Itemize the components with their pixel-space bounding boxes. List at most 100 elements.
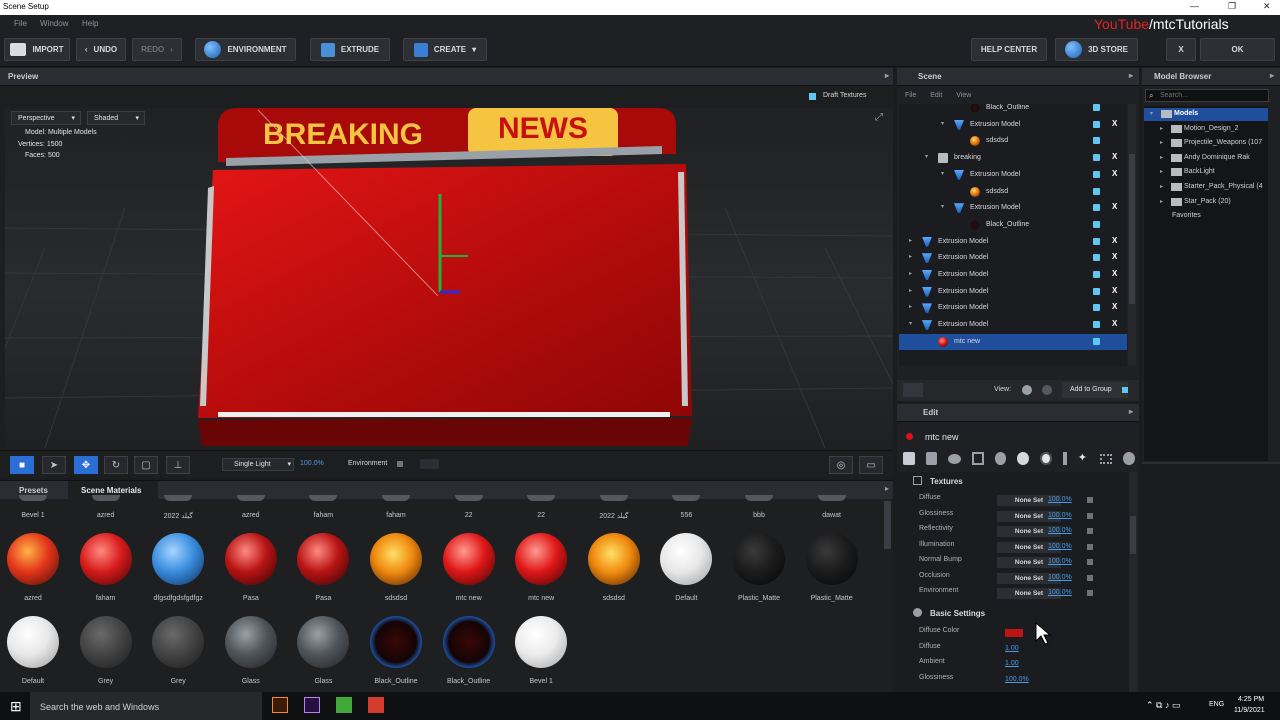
gear-sphere-icon[interactable] <box>1040 452 1053 465</box>
select-arrow-icon[interactable]: ➤ <box>42 456 66 474</box>
sphere-icon[interactable] <box>994 452 1007 465</box>
expand-icon[interactable]: ▸ <box>1129 407 1133 416</box>
material-sphere[interactable] <box>745 495 773 501</box>
texture-strength[interactable]: 100.0% <box>1048 512 1072 519</box>
diffuse-color-swatch[interactable] <box>1005 629 1023 637</box>
delete-icon[interactable]: X <box>1112 169 1117 178</box>
add-to-group-checkbox[interactable] <box>1122 387 1128 393</box>
expand-arrow-icon[interactable]: ▸ <box>1160 154 1163 161</box>
delete-icon[interactable]: X <box>1112 236 1117 245</box>
toggle-icon[interactable] <box>948 454 961 464</box>
expand-arrow-icon[interactable]: ▸ <box>909 287 912 294</box>
material-sphere[interactable] <box>454 495 483 501</box>
expand-arrow-icon[interactable]: ▾ <box>909 320 912 327</box>
light-stand-icon[interactable] <box>1063 452 1067 465</box>
ok-button[interactable]: OK <box>1200 38 1275 61</box>
layers-icon[interactable] <box>903 452 915 465</box>
delete-icon[interactable]: X <box>1112 286 1117 295</box>
material-sphere[interactable] <box>79 616 132 668</box>
material-sphere[interactable] <box>382 495 410 501</box>
delete-icon[interactable]: X <box>1112 119 1117 128</box>
scene-tree-row[interactable]: ▸ Extrusion Model X <box>899 234 1127 250</box>
expand-arrow-icon[interactable]: ▾ <box>1150 110 1153 117</box>
menu-help[interactable]: Help <box>82 19 98 28</box>
delete-icon[interactable]: X <box>1112 202 1117 211</box>
expand-arrow-icon[interactable]: ▾ <box>941 170 944 177</box>
redo-button[interactable]: REDO › <box>132 38 182 61</box>
visibility-toggle[interactable] <box>1093 187 1100 195</box>
minimize-icon[interactable]: — <box>1190 1 1199 11</box>
expand-arrow-icon[interactable]: ▸ <box>909 253 912 260</box>
scene-tree-row[interactable]: ▸ Extrusion Model X <box>899 250 1127 266</box>
environment-checkbox[interactable] <box>397 461 403 467</box>
texture-strength[interactable]: 100.0% <box>1048 496 1072 503</box>
scene-menu-edit[interactable]: Edit <box>930 92 942 99</box>
target-icon[interactable]: ◎ <box>829 456 853 474</box>
scene-tree-row[interactable]: ▸ Extrusion Model X <box>899 284 1127 300</box>
model-tree-item[interactable]: ▸ Starter_Pack_Physical (4 <box>1144 181 1268 194</box>
texture-strength[interactable]: 100.0% <box>1048 527 1072 534</box>
move-icon[interactable]: ✥ <box>74 456 98 474</box>
expand-icon[interactable]: ▸ <box>885 484 889 493</box>
material-sphere[interactable] <box>297 533 350 585</box>
material-sphere[interactable] <box>309 495 338 501</box>
sphere-view-icon[interactable] <box>1022 385 1032 395</box>
scene-tree-row[interactable]: Black_Outline <box>899 217 1127 233</box>
camera-icon[interactable]: ■ <box>10 456 34 474</box>
delete-icon[interactable]: X <box>1112 319 1117 328</box>
material-sphere[interactable] <box>527 495 556 501</box>
material-sphere[interactable] <box>297 616 350 668</box>
material-sphere[interactable] <box>817 495 846 501</box>
edit-scrollbar[interactable] <box>1129 472 1137 692</box>
expand-arrow-icon[interactable]: ▸ <box>909 303 912 310</box>
material-sphere[interactable] <box>91 495 120 501</box>
texture-strength[interactable]: 100.0% <box>1048 574 1072 581</box>
pattern-icon[interactable] <box>1100 454 1113 464</box>
language-indicator[interactable]: ENG <box>1209 701 1224 708</box>
material-sphere[interactable] <box>370 533 422 585</box>
model-tree-item[interactable]: Favorites <box>1144 210 1268 223</box>
cancel-button[interactable]: X <box>1166 38 1196 61</box>
visibility-toggle[interactable] <box>1093 120 1100 128</box>
material-sphere[interactable] <box>660 533 713 585</box>
camtasia-icon[interactable] <box>336 697 352 713</box>
expand-arrow-icon[interactable]: ▾ <box>941 203 944 210</box>
model-tree-item[interactable]: ▸ Star_Pack (20) <box>1144 196 1268 209</box>
scene-tree-row[interactable]: ▾ Extrusion Model X <box>899 117 1127 133</box>
undo-button[interactable]: ‹ UNDO <box>76 38 126 61</box>
delete-icon[interactable]: X <box>1112 302 1117 311</box>
material-sphere[interactable] <box>7 533 59 585</box>
projection-dropdown[interactable]: Perspective ▾ <box>11 111 81 125</box>
shading-dropdown[interactable]: Shaded ▾ <box>87 111 145 125</box>
bulb-icon[interactable]: ✦ <box>1078 452 1090 465</box>
draft-textures-checkbox[interactable] <box>809 93 816 100</box>
material-sphere[interactable] <box>733 533 785 585</box>
material-sphere[interactable] <box>599 495 628 501</box>
material-sphere[interactable] <box>442 533 495 585</box>
add-folder-icon[interactable] <box>903 383 923 397</box>
3d-store-button[interactable]: 3D STORE <box>1055 38 1138 61</box>
visibility-toggle[interactable] <box>1093 304 1100 312</box>
visibility-toggle[interactable] <box>1093 321 1100 329</box>
scene-menu-view[interactable]: View <box>956 92 971 99</box>
screen-icon[interactable]: ▭ <box>859 456 883 474</box>
light-view-icon[interactable] <box>1042 385 1052 395</box>
material-sphere[interactable] <box>672 495 701 501</box>
close-window-icon[interactable]: ✕ <box>1263 1 1271 12</box>
model-tree-item[interactable]: ▸ Motion_Design_2 <box>1144 123 1268 136</box>
delete-icon[interactable]: X <box>1112 252 1117 261</box>
expand-arrow-icon[interactable]: ▸ <box>1160 168 1163 175</box>
import-button[interactable]: IMPORT <box>4 38 70 61</box>
expand-arrow-icon[interactable]: ▸ <box>1160 198 1163 205</box>
texture-checkbox[interactable] <box>1087 590 1093 596</box>
rotate-icon[interactable]: ↻ <box>104 456 128 474</box>
ball-icon[interactable] <box>1123 452 1135 465</box>
help-center-button[interactable]: HELP CENTER <box>971 38 1047 61</box>
material-sphere[interactable] <box>152 533 205 585</box>
texture-strength[interactable]: 100.0% <box>1048 558 1072 565</box>
material-sphere[interactable] <box>515 616 568 668</box>
material-sphere-icon[interactable] <box>1017 452 1030 465</box>
scene-tree-row[interactable]: ▾ breaking X <box>899 150 1127 166</box>
menu-window[interactable]: Window <box>40 19 68 28</box>
expand-icon[interactable]: ▸ <box>885 71 889 80</box>
